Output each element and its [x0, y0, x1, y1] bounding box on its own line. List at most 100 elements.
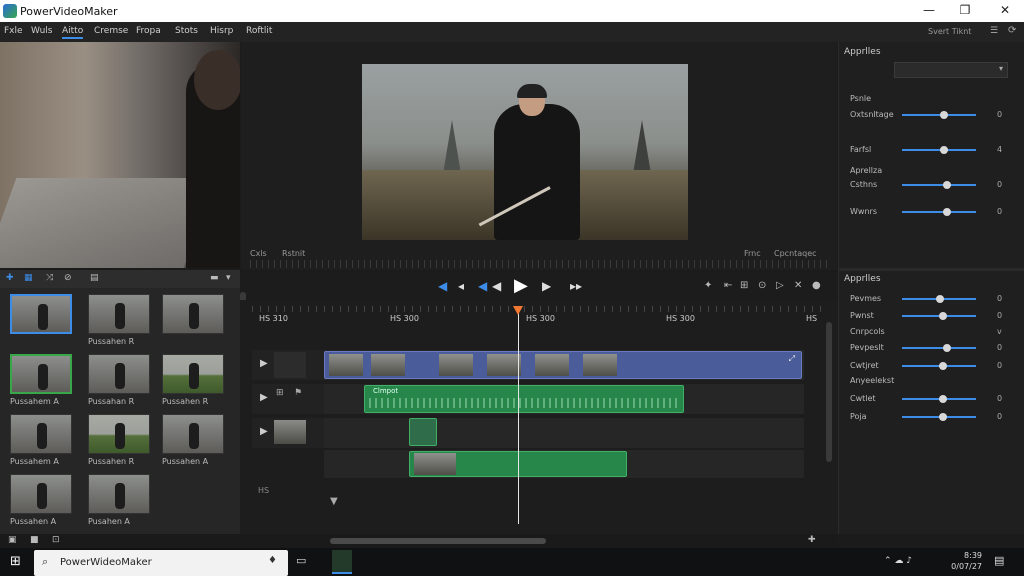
source-preview[interactable] [0, 42, 240, 268]
video-clip[interactable]: ⤢ [324, 351, 802, 379]
timeline-hscrollbar[interactable] [330, 538, 546, 544]
property-label: Anyeelekst [850, 376, 895, 385]
notification-icon[interactable]: ▤ [994, 554, 1004, 567]
prev-marker-button[interactable]: ◀ [438, 279, 447, 293]
media-thumb[interactable] [162, 354, 224, 394]
viewer-ruler [250, 260, 828, 268]
property-slider[interactable] [902, 181, 976, 189]
track-play-icon[interactable]: ▶ [260, 426, 268, 437]
preview-icon[interactable]: ▷ [776, 280, 784, 291]
add-track-icon[interactable]: ▼ [330, 496, 338, 507]
slider-knob[interactable] [938, 362, 947, 370]
property-slider[interactable] [902, 146, 976, 154]
marker-icon[interactable]: ✦ [704, 280, 712, 291]
minimize-button[interactable]: — [920, 3, 938, 19]
media-thumb[interactable] [10, 294, 72, 334]
playhead-handle[interactable] [513, 306, 523, 315]
back-button[interactable]: ◀ [492, 279, 501, 293]
property-slider[interactable] [902, 295, 976, 303]
menu-item-4[interactable]: Cremse [94, 26, 128, 36]
step-back-button[interactable]: ◂ [458, 279, 464, 293]
crop-icon[interactable]: ⊞ [740, 280, 748, 291]
folder-icon[interactable]: ▬ [210, 273, 219, 283]
property-slider[interactable] [902, 362, 976, 370]
slider-knob[interactable] [935, 295, 944, 303]
track-play-icon[interactable]: ▶ [260, 392, 268, 403]
task-view-icon[interactable]: ▭ [296, 554, 306, 567]
export-icon[interactable]: ⊡ [52, 535, 60, 545]
media-thumb[interactable] [88, 414, 150, 454]
media-thumb[interactable] [10, 414, 72, 454]
tray-icons[interactable]: ⌃ ☁ ♪ [884, 556, 912, 566]
mic-icon[interactable]: ♦ [268, 555, 277, 566]
media-thumb[interactable] [162, 294, 224, 334]
track-play-icon[interactable]: ▶ [260, 358, 268, 369]
menu-item-8[interactable]: Roftlit [246, 26, 272, 36]
media-thumb[interactable] [88, 294, 150, 334]
stop-icon[interactable]: ■ [30, 535, 39, 545]
menu-item-2[interactable]: Wuls [31, 26, 52, 36]
taskbar-search[interactable]: ⌕ PowerWideoMaker ♦ [34, 550, 288, 576]
menu-icon[interactable]: ▾ [226, 273, 231, 283]
record-icon[interactable]: ● [812, 280, 821, 291]
delete-icon[interactable]: ✕ [794, 280, 802, 291]
menu-item-3[interactable]: Aitto [62, 26, 84, 39]
property-slider[interactable] [902, 208, 976, 216]
media-thumb[interactable] [88, 354, 150, 394]
close-button[interactable]: ✕ [996, 3, 1014, 19]
menu-item-5[interactable]: Fropa [136, 26, 161, 36]
slider-knob[interactable] [938, 413, 947, 421]
preset-dropdown[interactable]: ▾ [894, 62, 1008, 78]
menu-item-file[interactable]: Fxle [4, 26, 23, 36]
timeline-scrollbar[interactable] [826, 322, 832, 462]
property-slider[interactable] [902, 111, 976, 119]
menu-item-6[interactable]: Stots [175, 26, 198, 36]
zoom-icon[interactable]: ✚ [808, 535, 816, 545]
video-frame[interactable] [362, 64, 688, 240]
forward-button[interactable]: ▶ [542, 279, 551, 293]
timecode-2: HS 300 [526, 314, 555, 323]
thumb-figure [115, 483, 125, 509]
media-thumb-label: Pussahen A [10, 517, 57, 526]
import-icon[interactable]: ✚ [6, 273, 14, 283]
fast-forward-button[interactable]: ▸▸ [570, 279, 582, 293]
audio-clip[interactable]: Clmpot [364, 385, 684, 413]
snapshot-icon[interactable]: ⊙ [758, 280, 766, 291]
split-icon[interactable]: ⇤ [724, 280, 732, 291]
property-slider[interactable] [902, 312, 976, 320]
media-thumb-label: Pussahen R [88, 337, 135, 346]
windows-start-icon[interactable]: ⊞ [10, 554, 21, 569]
rewind-button[interactable]: ◀ [478, 279, 487, 293]
media-thumb[interactable] [10, 354, 72, 394]
list-view-icon[interactable]: ▤ [90, 273, 99, 283]
track-lock-icon[interactable]: ⊞ [276, 388, 284, 398]
list-icon[interactable]: ☰ [990, 26, 998, 36]
media-thumb-label: Pussahen A [162, 457, 209, 466]
save-icon[interactable]: ▣ [8, 535, 17, 545]
property-slider[interactable] [902, 413, 976, 421]
media-thumb[interactable] [88, 474, 150, 514]
viewer-label-right2[interactable]: Cpcntaqec [774, 249, 817, 258]
menu-item-7[interactable]: Hisrp [210, 26, 233, 36]
app-taskbar-icon[interactable] [332, 550, 352, 574]
system-clock[interactable]: 8:39 0/07/27 [946, 550, 982, 572]
thumb-figure [189, 363, 199, 389]
slider-knob[interactable] [938, 312, 947, 320]
slider-knob[interactable] [938, 395, 947, 403]
property-slider[interactable] [902, 344, 976, 352]
grid-view-icon[interactable]: ▦ [24, 273, 33, 283]
play-button[interactable]: ▶ [514, 275, 528, 296]
help-icon[interactable]: ⟳ [1008, 25, 1016, 36]
maximize-button[interactable]: ❐ [956, 3, 974, 19]
topright-bar: Svert Tiknt ☰ ⟳ [838, 22, 1024, 42]
filter-icon[interactable]: ⊘ [64, 273, 72, 283]
property-value: 0 [997, 207, 1003, 216]
media-thumb[interactable] [10, 474, 72, 514]
overlay-clip[interactable] [409, 418, 437, 446]
sort-icon[interactable]: ⤨ [46, 273, 53, 283]
track-mute-icon[interactable]: ⚑ [294, 388, 302, 398]
timecode-4: HS [806, 314, 818, 323]
media-thumb[interactable] [162, 414, 224, 454]
property-slider[interactable] [902, 395, 976, 403]
playhead[interactable] [518, 306, 519, 524]
